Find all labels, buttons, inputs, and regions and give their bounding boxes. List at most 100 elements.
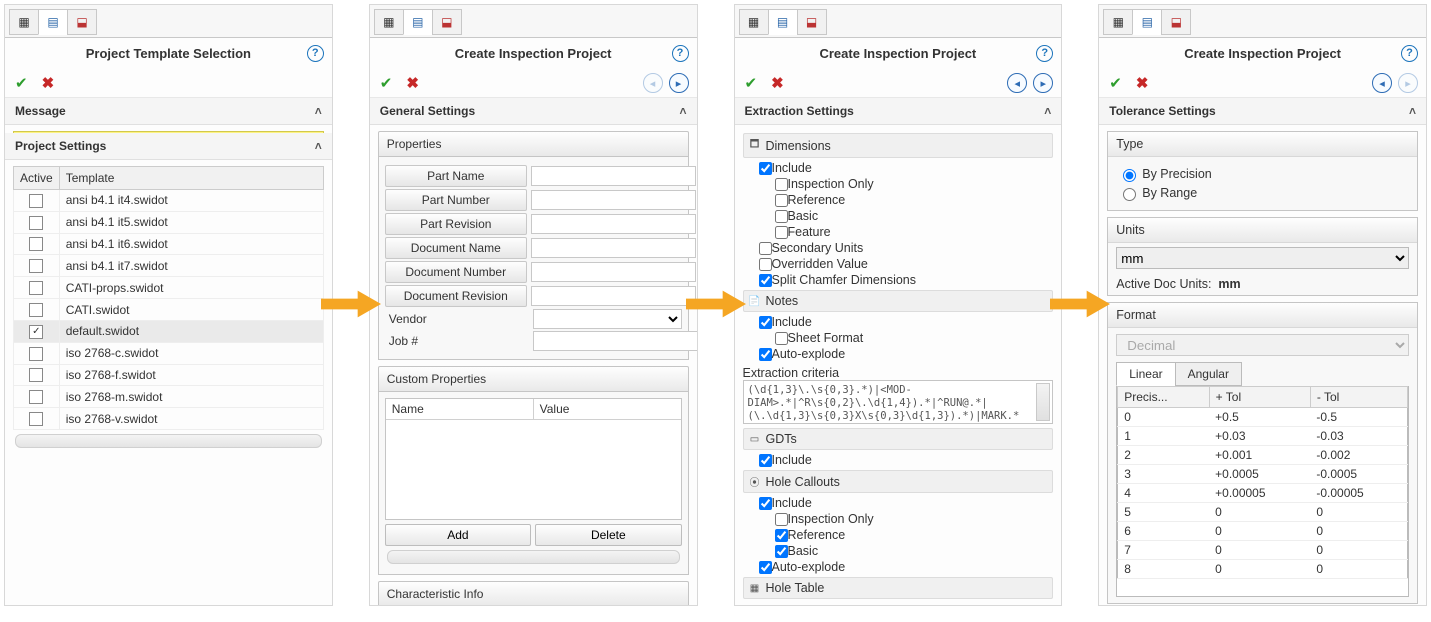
tab-2[interactable]: ▤ [38, 9, 68, 35]
table-row[interactable]: iso 2768-c.swidot [14, 342, 324, 364]
tab3-icon: ⬓ [76, 15, 87, 29]
table-row[interactable]: CATI.swidot [14, 299, 324, 321]
table-row[interactable]: 1+0.03-0.03 [1118, 427, 1408, 446]
cancel-x-icon[interactable]: ✖ [1136, 74, 1149, 92]
ok-check-icon[interactable]: ✔ [15, 74, 28, 92]
table-row[interactable]: 600 [1118, 522, 1408, 541]
document-number-input[interactable] [531, 262, 696, 282]
part-number-input[interactable] [531, 190, 696, 210]
vendor-select[interactable] [533, 309, 682, 329]
job-input[interactable] [533, 331, 697, 351]
table-row[interactable]: iso 2768-f.swidot [14, 364, 324, 386]
tab-3[interactable]: ⬓ [1161, 9, 1191, 35]
hc-basic-check[interactable] [775, 545, 788, 558]
gdt-include-check[interactable] [759, 454, 772, 467]
active-check[interactable] [29, 237, 43, 251]
table-row[interactable]: 3+0.0005-0.0005 [1118, 465, 1408, 484]
tab-2[interactable]: ▤ [768, 9, 798, 35]
add-button[interactable]: Add [385, 524, 531, 546]
tab-3[interactable]: ⬓ [797, 9, 827, 35]
split-chamfer-check[interactable] [759, 274, 772, 287]
dims-include-check[interactable] [759, 162, 772, 175]
hc-include-check[interactable] [759, 497, 772, 510]
ok-check-icon[interactable]: ✔ [380, 74, 393, 92]
section-general-label: General Settings [380, 104, 475, 118]
table-row[interactable]: 0+0.5-0.5 [1118, 408, 1408, 427]
active-check[interactable] [29, 412, 43, 426]
table-row[interactable]: CATI-props.swidot [14, 277, 324, 299]
units-select[interactable]: mm [1116, 247, 1409, 269]
cancel-x-icon[interactable]: ✖ [406, 74, 419, 92]
tab-angular[interactable]: Angular [1175, 362, 1242, 386]
tab-3[interactable]: ⬓ [67, 9, 97, 35]
document-name-input[interactable] [531, 238, 696, 258]
table-row[interactable]: 800 [1118, 560, 1408, 579]
hc-insponly-check[interactable] [775, 513, 788, 526]
table-row[interactable]: ansi b4.1 it6.swidot [14, 233, 324, 255]
dims-ref-check[interactable] [775, 194, 788, 207]
table-row[interactable]: 2+0.001-0.002 [1118, 446, 1408, 465]
dims-basic-check[interactable] [775, 210, 788, 223]
ok-check-icon[interactable]: ✔ [1109, 74, 1122, 92]
tab2-icon: ▤ [412, 15, 423, 29]
criteria-textarea[interactable]: (\d{1,3}\.\s{0,3}.*)|<MOD-DIAM>.*|^R\s{0… [743, 380, 1054, 424]
scroll-bar[interactable] [387, 550, 680, 564]
part-number-button[interactable]: Part Number [385, 189, 527, 211]
tab-linear[interactable]: Linear [1116, 362, 1175, 386]
help-icon[interactable]: ? [1401, 45, 1418, 62]
chevron-up-icon[interactable]: ˄ [1409, 104, 1416, 118]
table-row[interactable]: iso 2768-v.swidot [14, 408, 324, 430]
active-check[interactable] [29, 259, 43, 273]
overridden-check[interactable] [759, 258, 772, 271]
active-check[interactable] [29, 216, 43, 230]
active-check[interactable] [29, 390, 43, 404]
prev-step-icon[interactable]: ◂ [1372, 73, 1392, 93]
by-range-radio[interactable]: By Range [1118, 185, 1407, 201]
active-check[interactable] [29, 368, 43, 382]
part-name-input[interactable] [531, 166, 696, 186]
tab2-icon: ▤ [47, 15, 58, 29]
active-check[interactable] [29, 303, 43, 317]
table-row[interactable]: 700 [1118, 541, 1408, 560]
active-check[interactable] [29, 281, 43, 295]
document-revision-button[interactable]: Document Revision [385, 285, 527, 307]
table-row[interactable]: 500 [1118, 503, 1408, 522]
document-number-button[interactable]: Document Number [385, 261, 527, 283]
by-precision-radio[interactable]: By Precision [1118, 166, 1407, 182]
tab-2[interactable]: ▤ [403, 9, 433, 35]
table-row[interactable]: ansi b4.1 it7.swidot [14, 255, 324, 277]
dims-insponly-check[interactable] [775, 178, 788, 191]
cancel-x-icon[interactable]: ✖ [42, 74, 55, 92]
active-check[interactable] [29, 194, 43, 208]
part-revision-button[interactable]: Part Revision [385, 213, 527, 235]
prev-step-icon[interactable]: ◂ [1007, 73, 1027, 93]
table-row[interactable]: default.swidot [14, 320, 324, 342]
tab-1[interactable]: ▦ [9, 9, 39, 35]
ok-check-icon[interactable]: ✔ [745, 74, 758, 92]
document-revision-input[interactable] [531, 286, 696, 306]
table-row[interactable]: 4+0.00005-0.00005 [1118, 484, 1408, 503]
hc-ref-check[interactable] [775, 529, 788, 542]
cancel-x-icon[interactable]: ✖ [771, 74, 784, 92]
table-row[interactable]: iso 2768-m.swidot [14, 386, 324, 408]
table-row[interactable]: ansi b4.1 it5.swidot [14, 211, 324, 233]
secondary-units-check[interactable] [759, 242, 772, 255]
hc-autoexplode-check[interactable] [759, 561, 772, 574]
active-check[interactable] [29, 347, 43, 361]
delete-button[interactable]: Delete [535, 524, 681, 546]
scroll-bar[interactable] [15, 434, 322, 448]
tab-2[interactable]: ▤ [1132, 9, 1162, 35]
document-name-button[interactable]: Document Name [385, 237, 527, 259]
notes-include-check[interactable] [759, 316, 772, 329]
dims-feature-check[interactable] [775, 226, 788, 239]
active-check[interactable] [29, 325, 43, 339]
custom-props-table[interactable]: Name Value [385, 398, 682, 520]
table-row[interactable]: ansi b4.1 it4.swidot [14, 190, 324, 212]
next-step-icon[interactable]: ▸ [1398, 73, 1418, 93]
prev-step-icon[interactable]: ◂ [643, 73, 663, 93]
tab-3[interactable]: ⬓ [432, 9, 462, 35]
part-revision-input[interactable] [531, 214, 696, 234]
notes-autoexplode-check[interactable] [759, 348, 772, 361]
sheet-format-check[interactable] [775, 332, 788, 345]
part-name-button[interactable]: Part Name [385, 165, 527, 187]
